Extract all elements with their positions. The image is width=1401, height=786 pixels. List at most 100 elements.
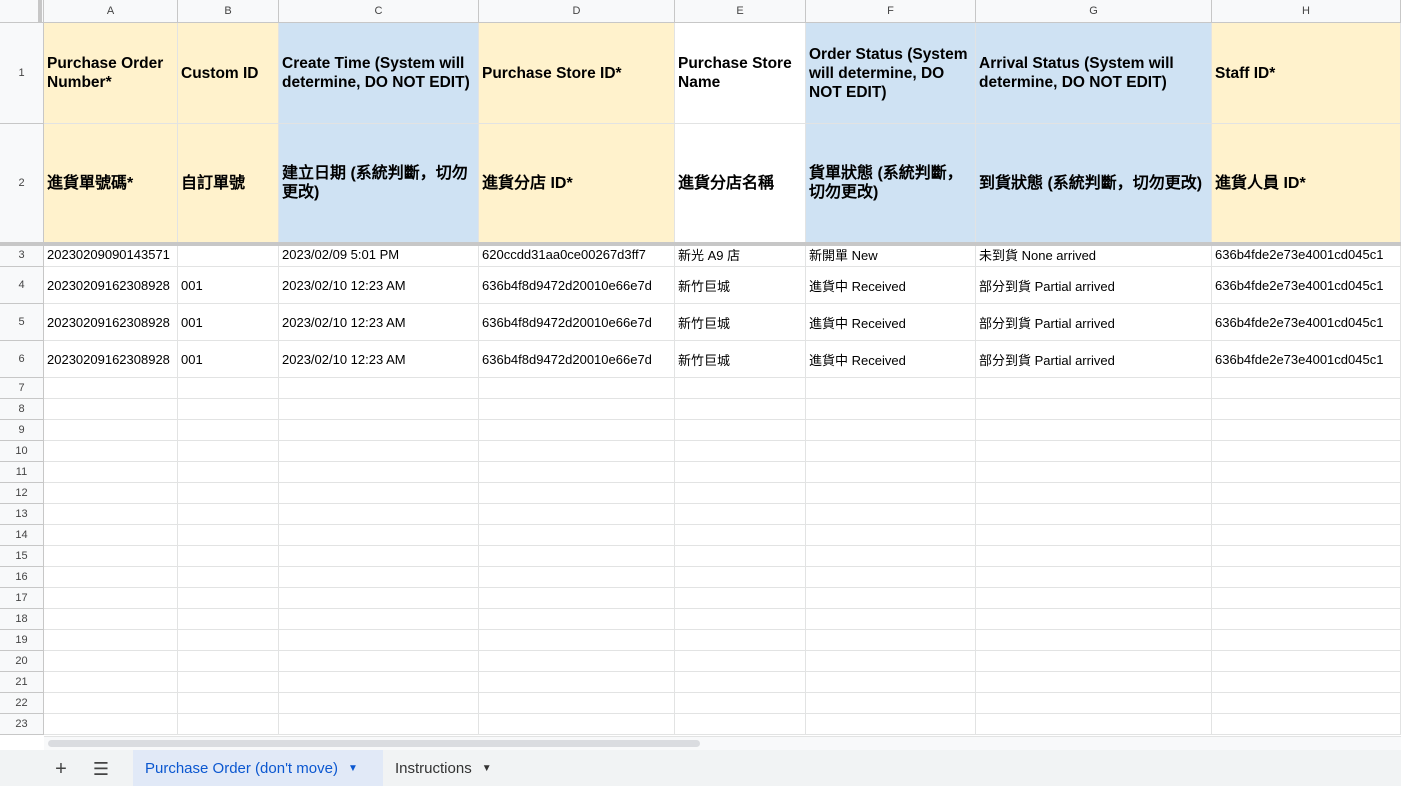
table-cell[interactable] — [44, 525, 178, 546]
table-cell[interactable] — [44, 399, 178, 420]
table-cell[interactable] — [675, 609, 806, 630]
table-cell[interactable] — [279, 504, 479, 525]
table-cell[interactable] — [806, 483, 976, 504]
horizontal-scrollbar[interactable] — [44, 736, 1401, 751]
table-cell[interactable] — [1212, 504, 1401, 525]
table-cell[interactable] — [479, 609, 675, 630]
table-cell[interactable] — [279, 588, 479, 609]
table-cell[interactable] — [806, 399, 976, 420]
table-cell[interactable] — [806, 714, 976, 735]
table-cell[interactable] — [806, 378, 976, 399]
table-cell[interactable]: 未到貨 None arrived — [976, 243, 1212, 267]
table-cell[interactable] — [806, 420, 976, 441]
row-header[interactable]: 8 — [0, 399, 44, 420]
table-cell[interactable] — [1212, 651, 1401, 672]
header-cell[interactable]: 進貨人員 ID* — [1212, 124, 1401, 243]
table-cell[interactable] — [279, 420, 479, 441]
row-header[interactable]: 3 — [0, 243, 44, 267]
table-cell[interactable]: 636b4f8d9472d20010e66e7d — [479, 267, 675, 304]
table-cell[interactable] — [806, 546, 976, 567]
table-cell[interactable] — [178, 462, 279, 483]
table-cell[interactable] — [279, 693, 479, 714]
table-cell[interactable] — [479, 672, 675, 693]
table-cell[interactable] — [675, 462, 806, 483]
table-cell[interactable] — [976, 378, 1212, 399]
column-header[interactable]: H — [1212, 0, 1401, 23]
table-cell[interactable]: 新光 A9 店 — [675, 243, 806, 267]
table-cell[interactable] — [479, 651, 675, 672]
tab-instructions[interactable]: Instructions ▼ — [383, 750, 513, 786]
table-cell[interactable] — [976, 420, 1212, 441]
table-cell[interactable] — [1212, 588, 1401, 609]
row-header[interactable]: 12 — [0, 483, 44, 504]
table-cell[interactable] — [675, 567, 806, 588]
row-header[interactable]: 20 — [0, 651, 44, 672]
header-cell[interactable]: Staff ID* — [1212, 23, 1401, 124]
table-cell[interactable] — [675, 672, 806, 693]
table-cell[interactable]: 部分到貨 Partial arrived — [976, 267, 1212, 304]
table-cell[interactable] — [479, 420, 675, 441]
table-cell[interactable] — [1212, 672, 1401, 693]
table-cell[interactable] — [806, 672, 976, 693]
row-header[interactable]: 23 — [0, 714, 44, 735]
table-cell[interactable] — [976, 483, 1212, 504]
table-cell[interactable] — [675, 378, 806, 399]
table-cell[interactable] — [1212, 378, 1401, 399]
header-cell[interactable]: Purchase Store ID* — [479, 23, 675, 124]
table-cell[interactable]: 20230209162308928 — [44, 267, 178, 304]
table-cell[interactable] — [479, 462, 675, 483]
table-cell[interactable]: 001 — [178, 341, 279, 378]
table-cell[interactable]: 20230209162308928 — [44, 341, 178, 378]
table-cell[interactable] — [675, 441, 806, 462]
table-cell[interactable] — [976, 546, 1212, 567]
table-cell[interactable]: 部分到貨 Partial arrived — [976, 304, 1212, 341]
table-cell[interactable] — [44, 462, 178, 483]
table-cell[interactable] — [675, 588, 806, 609]
table-cell[interactable] — [178, 588, 279, 609]
select-all-corner[interactable] — [0, 0, 44, 23]
table-cell[interactable]: 001 — [178, 267, 279, 304]
row-header[interactable]: 13 — [0, 504, 44, 525]
row-header[interactable]: 15 — [0, 546, 44, 567]
add-sheet-button[interactable]: + — [47, 756, 75, 782]
table-cell[interactable]: 636b4fde2e73e4001cd045c1 — [1212, 304, 1401, 341]
table-cell[interactable]: 001 — [178, 304, 279, 341]
header-cell[interactable]: Order Status (System will determine, DO … — [806, 23, 976, 124]
frozen-rows-divider[interactable] — [0, 242, 1401, 246]
table-cell[interactable] — [976, 672, 1212, 693]
table-cell[interactable] — [44, 483, 178, 504]
row-header[interactable]: 4 — [0, 267, 44, 304]
tab-purchase-order[interactable]: Purchase Order (don't move) ▼ — [133, 750, 383, 786]
table-cell[interactable]: 部分到貨 Partial arrived — [976, 341, 1212, 378]
table-cell[interactable] — [976, 651, 1212, 672]
table-cell[interactable] — [479, 399, 675, 420]
table-cell[interactable] — [479, 525, 675, 546]
column-header[interactable]: D — [479, 0, 675, 23]
column-header[interactable]: A — [44, 0, 178, 23]
table-cell[interactable]: 新竹巨城 — [675, 341, 806, 378]
table-cell[interactable] — [178, 378, 279, 399]
row-header[interactable]: 5 — [0, 304, 44, 341]
header-cell[interactable]: 進貨單號碼* — [44, 124, 178, 243]
table-cell[interactable] — [178, 630, 279, 651]
table-cell[interactable]: 20230209162308928 — [44, 304, 178, 341]
table-cell[interactable]: 進貨中 Received — [806, 304, 976, 341]
table-cell[interactable] — [976, 714, 1212, 735]
table-cell[interactable] — [279, 714, 479, 735]
table-cell[interactable] — [976, 504, 1212, 525]
table-cell[interactable] — [44, 567, 178, 588]
table-cell[interactable] — [1212, 693, 1401, 714]
table-cell[interactable] — [44, 441, 178, 462]
table-cell[interactable] — [976, 693, 1212, 714]
table-cell[interactable] — [976, 441, 1212, 462]
table-cell[interactable]: 進貨中 Received — [806, 267, 976, 304]
table-cell[interactable] — [44, 546, 178, 567]
table-cell[interactable] — [976, 609, 1212, 630]
table-cell[interactable] — [44, 378, 178, 399]
table-cell[interactable] — [44, 609, 178, 630]
row-header[interactable]: 22 — [0, 693, 44, 714]
table-cell[interactable]: 2023/02/09 5:01 PM — [279, 243, 479, 267]
table-cell[interactable] — [479, 378, 675, 399]
table-cell[interactable] — [44, 630, 178, 651]
table-cell[interactable] — [279, 525, 479, 546]
